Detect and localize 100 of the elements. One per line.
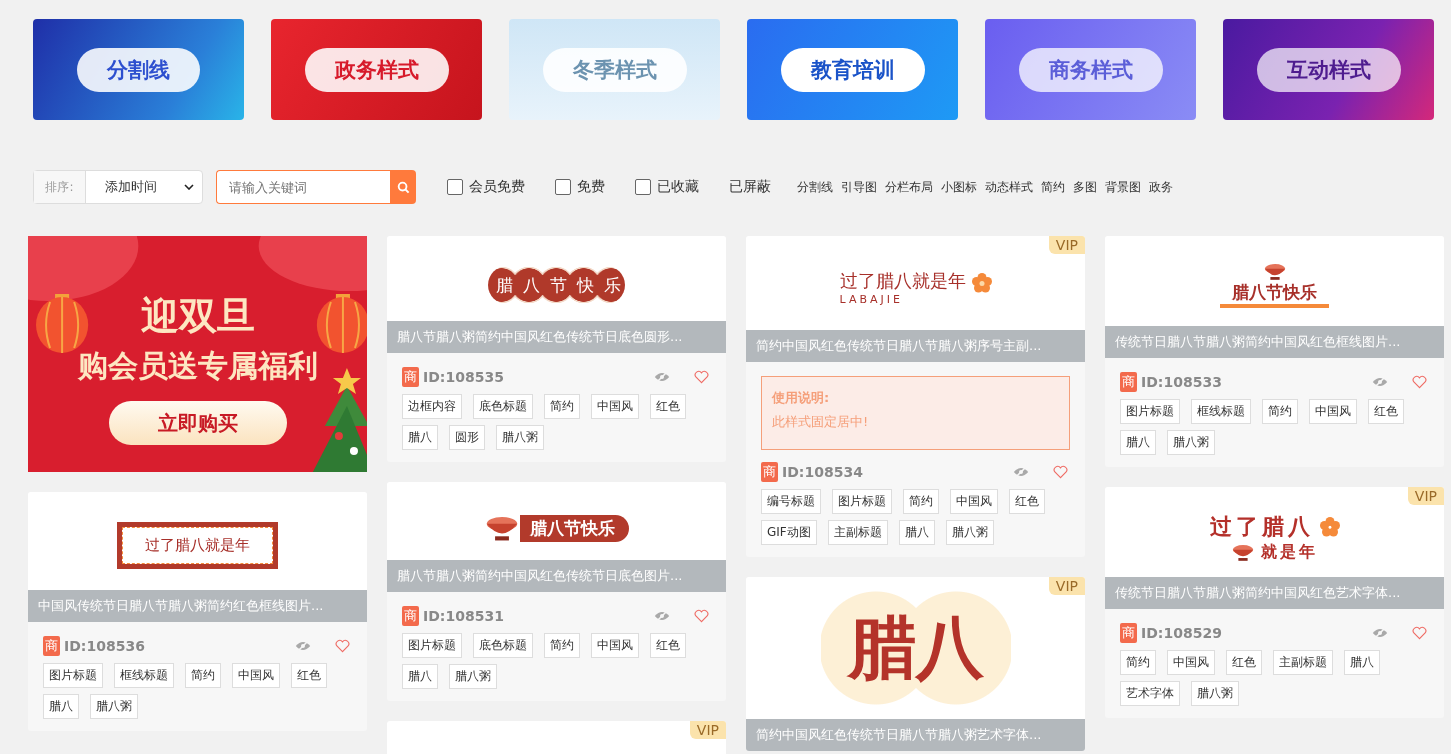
note-heading: 使用说明: <box>772 389 831 407</box>
tag[interactable]: 腊八粥 <box>945 520 994 545</box>
heart-icon[interactable] <box>694 370 709 384</box>
merchant-badge: 商 <box>1120 623 1137 643</box>
keyword-link[interactable]: 政务 <box>1149 178 1173 196</box>
tag[interactable]: 中国风 <box>591 633 639 658</box>
category-banner[interactable]: 互动样式 <box>1223 19 1434 120</box>
heart-icon[interactable] <box>1412 626 1427 640</box>
category-banner[interactable]: 商务样式 <box>985 19 1196 120</box>
search-field[interactable]: 请输入关键词 <box>216 170 390 204</box>
tag[interactable]: 腊八 <box>402 425 438 450</box>
heart-icon[interactable] <box>1053 465 1068 479</box>
vip-badge: VIP <box>1407 487 1444 505</box>
hide-icon[interactable] <box>654 610 670 622</box>
art-title: 腊八 <box>820 588 1011 708</box>
tag[interactable]: 简约 <box>1120 650 1156 675</box>
keyword-link[interactable]: 多图 <box>1073 178 1097 196</box>
hide-icon[interactable] <box>1372 627 1388 639</box>
blocked-toggle[interactable]: 已屏蔽 <box>729 178 771 196</box>
tag[interactable]: 图片标题 <box>43 663 103 688</box>
tag[interactable]: 腊八 <box>402 664 438 689</box>
heart-icon[interactable] <box>694 609 709 623</box>
search-button[interactable] <box>390 170 416 204</box>
tag[interactable]: 图片标题 <box>402 633 462 658</box>
tag[interactable]: 红色 <box>1009 489 1045 514</box>
tag[interactable]: 中国风 <box>1167 650 1215 675</box>
tag[interactable]: 框线标题 <box>114 663 174 688</box>
tag[interactable]: 编号标题 <box>761 489 821 514</box>
tag[interactable]: 框线标题 <box>1191 399 1251 424</box>
tag[interactable]: 腊八粥 <box>449 664 497 689</box>
tag[interactable]: 红色 <box>650 394 686 419</box>
template-card[interactable]: VIP 过了腊八 就是年 传统节日腊八节腊八粥简约中国风红色艺术字体... 商 ID:108529 简约 中国风 红色 主副标题 腊八 艺术字体 腊八粥 <box>1105 487 1444 718</box>
checkbox[interactable] <box>555 179 571 195</box>
sort-dropdown[interactable]: 排序: 添加时间 <box>33 170 203 204</box>
template-card[interactable]: 腊八节快乐 腊八节腊八粥简约中国风红色传统节日底色圆形... 商 ID:108535 边框内容 底色标题 简约 中国风 红色 腊八 圆形 腊八粥 <box>387 236 726 462</box>
tag[interactable]: 图片标题 <box>1120 399 1180 424</box>
tag[interactable]: 腊八粥 <box>1191 681 1239 706</box>
tag[interactable]: 主副标题 <box>1273 650 1333 675</box>
keyword-link[interactable]: 小图标 <box>941 178 977 196</box>
card-title: 中国风传统节日腊八节腊八粥简约红色框线图片... <box>28 590 367 622</box>
keyword-link[interactable]: 动态样式 <box>985 178 1033 196</box>
tag[interactable]: 红色 <box>650 633 686 658</box>
note-text: 此样式固定居中! <box>772 413 870 431</box>
category-banner[interactable]: 分割线 <box>33 19 244 120</box>
template-card[interactable]: VIP 腊八 简约中国风红色传统节日腊八节腊八粥艺术字体... <box>746 577 1085 751</box>
checkbox[interactable] <box>447 179 463 195</box>
category-label: 教育培训 <box>780 47 925 92</box>
tag[interactable]: 腊八 <box>1120 430 1156 455</box>
template-card[interactable]: VIP 过了腊八就是年 LABAJIE 简约中国风红色传统节日腊八节腊八粥序号主副... 使用说明: 此样式固定居中! 商 ID:108534 编号标题 图片标题 简约 中国风 红色 GIF动图 主副标题 腊八 腊八粥 <box>746 236 1085 557</box>
tag[interactable]: 底色标题 <box>473 633 533 658</box>
template-card[interactable]: 腊八节快乐 传统节日腊八节腊八粥简约中国风红色框线图片... 商 ID:108533 图片标题 框线标题 简约 中国风 红色 腊八 腊八粥 <box>1105 236 1444 467</box>
tag[interactable]: 简约 <box>903 489 939 514</box>
checkbox[interactable] <box>635 179 651 195</box>
tag[interactable]: 简约 <box>185 663 221 688</box>
keyword-link[interactable]: 分栏布局 <box>885 178 933 196</box>
keyword-link[interactable]: 背景图 <box>1105 178 1141 196</box>
tag[interactable]: 腊八 <box>898 520 935 545</box>
tag[interactable]: 中国风 <box>591 394 639 419</box>
tag[interactable]: 红色 <box>1226 650 1262 675</box>
tag[interactable]: 红色 <box>1368 399 1404 424</box>
hide-icon[interactable] <box>1013 466 1029 478</box>
preview-subtitle: LABAJIE <box>839 292 904 306</box>
category-banner[interactable]: 政务样式 <box>271 19 482 120</box>
heart-icon[interactable] <box>335 639 350 653</box>
tag[interactable]: 中国风 <box>232 663 280 688</box>
tag[interactable]: 图片标题 <box>832 489 892 514</box>
tag[interactable]: 腊八 <box>43 694 79 719</box>
card-title: 传统节日腊八节腊八粥简约中国风红色艺术字体... <box>1105 577 1444 609</box>
tag[interactable]: 腊八粥 <box>1167 430 1215 455</box>
keyword-link[interactable]: 分割线 <box>797 178 833 196</box>
tag[interactable]: 边框内容 <box>402 394 462 419</box>
card-title: 简约中国风红色传统节日腊八节腊八粥艺术字体... <box>746 719 1085 751</box>
hide-icon[interactable] <box>654 371 670 383</box>
tag[interactable]: 简约 <box>544 394 580 419</box>
tag[interactable]: 圆形 <box>449 425 485 450</box>
tag[interactable]: GIF动图 <box>761 520 817 545</box>
category-banner[interactable]: 教育培训 <box>747 19 958 120</box>
hide-icon[interactable] <box>295 640 311 652</box>
template-card[interactable]: 腊八节快乐 腊八节腊八粥简约中国风红色传统节日底色图片... 商 ID:108531 图片标题 底色标题 简约 中国风 红色 腊八 腊八粥 <box>387 482 726 701</box>
merchant-badge: 商 <box>43 636 60 656</box>
tag[interactable]: 艺术字体 <box>1120 681 1180 706</box>
tag[interactable]: 简约 <box>1262 399 1298 424</box>
tag[interactable]: 底色标题 <box>473 394 533 419</box>
tag[interactable]: 中国风 <box>1309 399 1357 424</box>
category-label: 互动样式 <box>1256 47 1401 92</box>
tag[interactable]: 中国风 <box>950 489 998 514</box>
tag[interactable]: 腊八粥 <box>496 425 544 450</box>
hide-icon[interactable] <box>1372 376 1388 388</box>
heart-icon[interactable] <box>1412 375 1427 389</box>
category-label: 分割线 <box>77 47 200 92</box>
tag[interactable]: 腊八 <box>1344 650 1380 675</box>
template-card[interactable]: 过了腊八就是年 中国风传统节日腊八节腊八粥简约红色框线图片... 商 ID:108536 图片标题 框线标题 简约 中国风 红色 腊八 腊八粥 <box>28 492 367 731</box>
keyword-link[interactable]: 简约 <box>1041 178 1065 196</box>
tag[interactable]: 简约 <box>544 633 580 658</box>
tag[interactable]: 主副标题 <box>827 520 888 545</box>
buy-button[interactable]: 立即购买 <box>108 401 287 445</box>
tag[interactable]: 红色 <box>291 663 327 688</box>
keyword-link[interactable]: 引导图 <box>841 178 877 196</box>
promo-banner[interactable]: 迎双旦 购会员送专属福利 立即购买 <box>28 236 367 472</box>
tag[interactable]: 腊八粥 <box>90 694 138 719</box>
